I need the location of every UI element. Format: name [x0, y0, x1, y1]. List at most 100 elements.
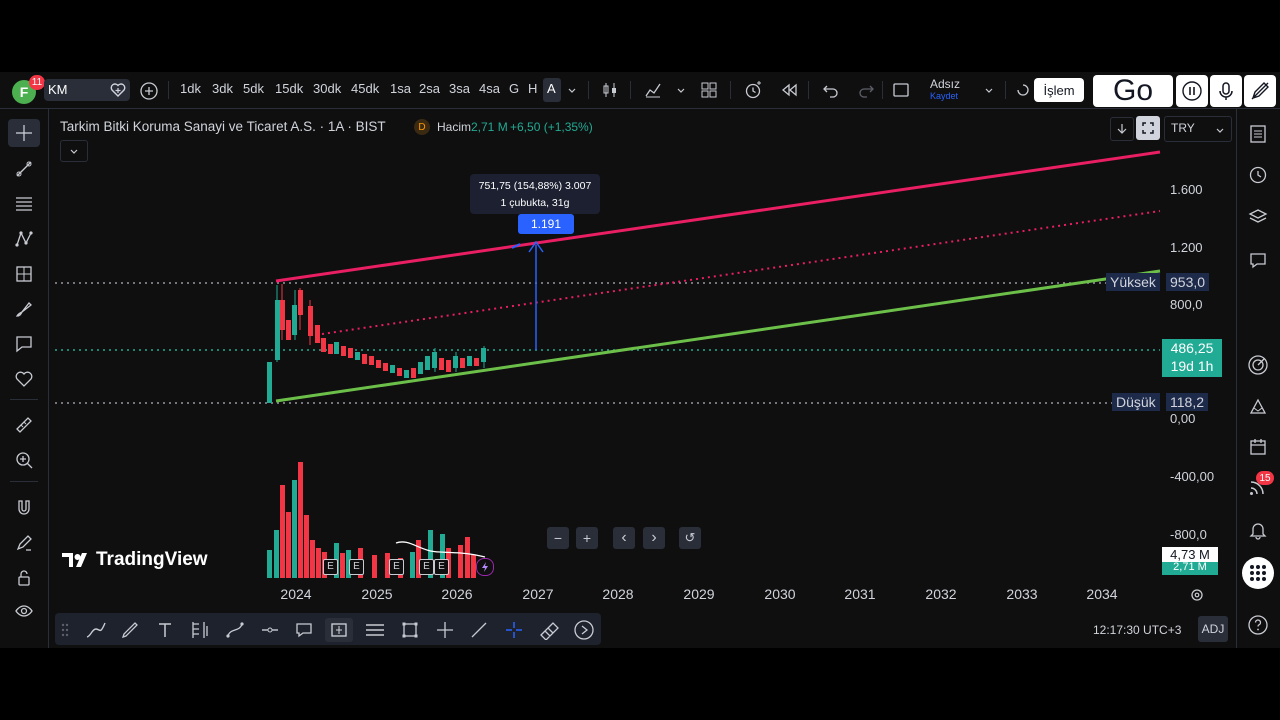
interval-4sa[interactable]: 4sa [479, 81, 500, 96]
interval-5dk[interactable]: 5dk [243, 81, 264, 96]
interval-1dk[interactable]: 1dk [180, 81, 201, 96]
highlighter-icon[interactable] [116, 618, 144, 642]
event-marker-e[interactable]: E [323, 559, 338, 575]
crosshair-active-icon[interactable] [500, 618, 528, 642]
interval-1sa[interactable]: 1sa [390, 81, 411, 96]
trend-line-tool-icon[interactable] [8, 155, 40, 183]
parallel-channel-icon[interactable] [361, 618, 389, 642]
interval-a-active[interactable]: A [547, 81, 556, 96]
price-tick: -400,00 [1170, 469, 1215, 484]
apps-grid-button[interactable] [1242, 557, 1274, 589]
crosshair-tool-icon[interactable] [8, 119, 40, 147]
zoom-out-button[interactable]: − [547, 527, 569, 549]
symbol-search[interactable]: KM [44, 79, 130, 101]
brush-tool-icon[interactable] [8, 295, 40, 323]
interval-3dk[interactable]: 3dk [212, 81, 233, 96]
lower-channel-line[interactable] [275, 269, 1161, 403]
rectangle-tool-icon[interactable] [396, 618, 424, 642]
visibility-eye-icon[interactable] [8, 597, 40, 625]
interval-h[interactable]: H [528, 81, 537, 96]
templates-grid-icon[interactable] [698, 79, 720, 101]
indicators-icon[interactable] [642, 79, 664, 101]
redo-icon[interactable] [855, 79, 877, 101]
event-marker-e[interactable]: E [389, 559, 404, 575]
legend-collapse-icon[interactable] [60, 140, 88, 162]
text-note-tool-icon[interactable] [8, 330, 40, 358]
calendar-icon[interactable] [1242, 433, 1274, 461]
callout-tool-icon[interactable] [291, 618, 319, 642]
interval-45dk[interactable]: 45dk [351, 81, 379, 96]
scroll-left-button[interactable]: ‹ [613, 527, 635, 549]
brush-draw-icon[interactable] [82, 618, 110, 642]
ray-line-icon[interactable] [465, 618, 493, 642]
target-icon[interactable] [1242, 351, 1274, 379]
fib-levels-icon[interactable] [186, 618, 214, 642]
trade-button[interactable]: İşlem [1034, 78, 1084, 102]
fib-tool-icon[interactable] [8, 190, 40, 218]
alert-clock-icon[interactable] [742, 79, 764, 101]
alerts-clock-icon[interactable] [1242, 161, 1274, 189]
upper-channel-line[interactable] [275, 150, 1161, 283]
currency-selector[interactable]: TRY [1164, 116, 1232, 142]
event-marker-e[interactable]: E [349, 559, 364, 575]
indicators-dropdown-icon[interactable] [674, 81, 688, 99]
layout-name-block[interactable]: Adsız Kaydet [930, 78, 980, 104]
go-button[interactable]: Go [1093, 74, 1173, 107]
interval-dropdown-icon[interactable] [565, 81, 579, 99]
time-axis[interactable] [49, 578, 1235, 610]
watchlist-icon[interactable] [1242, 120, 1274, 148]
interval-2sa[interactable]: 2sa [419, 81, 440, 96]
quick-search-icon[interactable] [1014, 79, 1032, 101]
text-tool-icon[interactable] [151, 618, 179, 642]
help-icon[interactable] [1242, 611, 1274, 639]
replay-icon[interactable] [778, 79, 800, 101]
tradingview-logo[interactable]: TradingView [62, 549, 208, 571]
date-range-tool-icon[interactable] [325, 618, 353, 642]
interval-30dk[interactable]: 30dk [313, 81, 341, 96]
path-tool-icon[interactable] [221, 618, 249, 642]
favorites-heart-icon[interactable] [8, 365, 40, 393]
interval-3sa[interactable]: 3sa [449, 81, 470, 96]
draw-pen-button[interactable] [1244, 75, 1276, 107]
microphone-button[interactable] [1210, 75, 1242, 107]
heart-add-icon[interactable] [108, 80, 128, 100]
notifications-bell-icon[interactable] [1242, 516, 1274, 544]
mid-channel-dotted-line[interactable] [321, 210, 1161, 335]
compare-add-icon[interactable] [138, 80, 160, 102]
interval-15dk[interactable]: 15dk [275, 81, 303, 96]
scroll-right-button[interactable]: › [643, 527, 665, 549]
interval-g[interactable]: G [509, 81, 519, 96]
stay-drawing-tool-icon[interactable] [8, 529, 40, 557]
horizontal-line-icon[interactable] [256, 618, 284, 642]
projection-tool-icon[interactable] [8, 260, 40, 288]
event-marker-e[interactable]: E [434, 559, 449, 575]
layout-dropdown-icon[interactable] [982, 81, 996, 99]
eraser-stripes-icon[interactable] [535, 618, 563, 642]
symbol-legend-title[interactable]: Tarkim Bitki Koruma Sanayi ve Ticaret A.… [60, 119, 386, 134]
drag-handle-icon[interactable] [54, 618, 76, 642]
layers-icon[interactable] [1242, 203, 1274, 231]
play-circle-icon[interactable] [570, 618, 598, 642]
adj-toggle[interactable]: ADJ [1198, 616, 1228, 642]
status-clock[interactable]: 12:17:30 UTC+3 [1093, 623, 1181, 637]
ideas-icon[interactable] [1242, 393, 1274, 421]
chat-icon[interactable] [1242, 246, 1274, 274]
chart-pane[interactable] [49, 109, 1235, 611]
magnet-tool-icon[interactable] [8, 494, 40, 522]
chart-settings-gear-icon[interactable] [1188, 586, 1206, 604]
event-marker-e[interactable]: E [419, 559, 434, 575]
candles-type-icon[interactable] [599, 79, 621, 101]
pause-button[interactable] [1176, 75, 1208, 107]
auto-scale-icon[interactable] [1136, 116, 1160, 140]
pattern-tool-icon[interactable] [8, 225, 40, 253]
zoom-in-button[interactable]: + [576, 527, 598, 549]
cross-line-icon[interactable] [431, 618, 459, 642]
ruler-tool-icon[interactable] [8, 411, 40, 439]
undo-icon[interactable] [820, 79, 842, 101]
reset-chart-button[interactable]: ↺ [679, 527, 701, 549]
zoom-in-tool-icon[interactable] [8, 446, 40, 474]
layout-square-icon[interactable] [890, 79, 912, 101]
flash-event-icon[interactable] [476, 558, 494, 576]
download-arrow-icon[interactable] [1110, 117, 1134, 141]
lock-tool-icon[interactable] [8, 564, 40, 592]
